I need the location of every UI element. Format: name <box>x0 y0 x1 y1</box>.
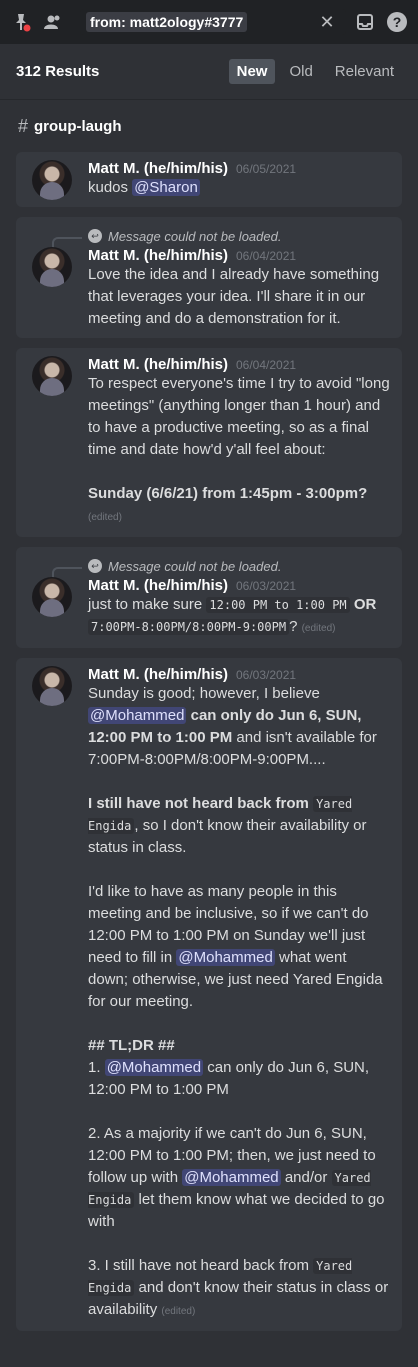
search-result-message[interactable]: ↩ Message could not be loaded. Matt M. (… <box>16 547 402 648</box>
message-date: 06/03/2021 <box>236 579 297 593</box>
channel-name: group-laugh <box>34 117 122 135</box>
avatar[interactable] <box>32 247 72 287</box>
message-body: To respect everyone's time I try to avoi… <box>88 373 390 529</box>
avatar[interactable] <box>32 160 72 200</box>
edited-label: (edited) <box>88 512 122 523</box>
search-topbar: from: matt2ology#3777 ✕ ? <box>0 0 418 44</box>
message-date: 06/03/2021 <box>236 668 297 682</box>
message-text: just to make sure <box>88 596 207 613</box>
message-author[interactable]: Matt M. (he/him/his) <box>88 356 228 373</box>
message-body: kudos @Sharon <box>88 177 390 199</box>
search-result-message[interactable]: ↩ Message could not be loaded. Matt M. (… <box>16 217 402 338</box>
message-paragraph: Sunday is good; however, I believe @Moha… <box>88 683 390 771</box>
search-result-message[interactable]: Matt M. (he/him/his) 06/05/2021 kudos @S… <box>16 152 402 207</box>
user-mention[interactable]: @Mohammed <box>88 707 187 724</box>
search-result-message[interactable]: Matt M. (he/him/his) 06/04/2021 To respe… <box>16 348 402 537</box>
message-date: 06/04/2021 <box>236 358 297 372</box>
channel-heading[interactable]: # group-laugh <box>16 100 402 152</box>
results-header: 312 Results New Old Relevant <box>0 44 418 100</box>
search-input[interactable]: from: matt2ology#3777 <box>86 12 248 32</box>
list-item: 2. As a majority if we can't do Jun 6, S… <box>88 1123 390 1233</box>
message-text: To respect everyone's time I try to avoi… <box>88 375 390 458</box>
message-body: Sunday is good; however, I believe @Moha… <box>88 683 390 1323</box>
inline-code: 12:00 PM to 1:00 PM <box>206 597 350 613</box>
sort-new-button[interactable]: New <box>228 59 276 84</box>
message-author[interactable]: Matt M. (he/him/his) <box>88 160 228 177</box>
message-text: and/or <box>280 1169 332 1186</box>
sort-relevant-button[interactable]: Relevant <box>327 59 402 84</box>
message-paragraph: I still have not heard back from Yared E… <box>88 793 390 859</box>
message-bold-text: Sunday (6/6/21) from 1:45pm - 3:00pm? <box>88 485 368 502</box>
list-item: 3. I still have not heard back from Yare… <box>88 1255 390 1323</box>
results-count: 312 Results <box>16 63 100 80</box>
message-author[interactable]: Matt M. (he/him/his) <box>88 666 228 683</box>
pinned-messages-icon[interactable] <box>8 9 34 35</box>
message-bold-text: I still have not heard back from <box>88 795 314 812</box>
channel-hash-icon: # <box>18 115 29 136</box>
message-paragraph: I'd like to have as many people in this … <box>88 881 390 1013</box>
reply-icon: ↩ <box>88 229 102 243</box>
edited-label: (edited) <box>301 623 336 634</box>
help-icon[interactable]: ? <box>384 9 410 35</box>
list-item: 1. @Mohammed can only do Jun 6, SUN, 12:… <box>88 1057 390 1101</box>
user-mention[interactable]: @Mohammed <box>104 1059 204 1076</box>
message-date: 06/05/2021 <box>236 162 297 176</box>
inbox-icon[interactable] <box>352 9 378 35</box>
message-text: ? <box>289 618 298 635</box>
avatar[interactable] <box>32 577 72 617</box>
clear-search-icon[interactable]: ✕ <box>314 12 340 33</box>
svg-text:?: ? <box>393 14 402 30</box>
message-date: 06/04/2021 <box>236 249 297 263</box>
message-text: 1. <box>88 1059 105 1076</box>
inline-code: 7:00PM-8:00PM/8:00PM-9:00PM <box>88 619 290 635</box>
tldr-heading: ## TL;DR ## <box>88 1037 175 1054</box>
member-list-icon[interactable] <box>40 9 66 35</box>
avatar[interactable] <box>32 666 72 706</box>
user-mention[interactable]: @Mohammed <box>176 949 275 966</box>
message-text: kudos <box>88 179 133 196</box>
avatar[interactable] <box>32 356 72 396</box>
message-text: Sunday is good; however, I believe <box>88 685 320 702</box>
edited-label: (edited) <box>161 1306 196 1317</box>
reply-reference[interactable]: ↩ Message could not be loaded. <box>52 225 390 251</box>
reply-text: Message could not be loaded. <box>108 228 282 244</box>
reply-icon: ↩ <box>88 559 102 573</box>
reply-reference[interactable]: ↩ Message could not be loaded. <box>52 555 390 581</box>
message-text: and don't know their status in class or … <box>88 1279 389 1318</box>
message-bold-text: OR <box>349 596 377 613</box>
message-author[interactable]: Matt M. (he/him/his) <box>88 247 228 264</box>
user-mention[interactable]: @Mohammed <box>182 1169 281 1186</box>
sort-old-button[interactable]: Old <box>281 59 320 84</box>
message-body: Love the idea and I already have somethi… <box>88 266 380 327</box>
search-result-message[interactable]: Matt M. (he/him/his) 06/03/2021 Sunday i… <box>16 658 402 1331</box>
search-results: # group-laugh Matt M. (he/him/his) 06/05… <box>0 100 418 1331</box>
message-body: just to make sure 12:00 PM to 1:00 PM OR… <box>88 594 390 640</box>
user-mention[interactable]: @Sharon <box>132 179 200 196</box>
message-author[interactable]: Matt M. (he/him/his) <box>88 577 228 594</box>
message-text: 3. I still have not heard back from <box>88 1257 314 1274</box>
reply-text: Message could not be loaded. <box>108 558 282 574</box>
search-bar[interactable]: from: matt2ology#3777 ✕ <box>80 9 346 35</box>
